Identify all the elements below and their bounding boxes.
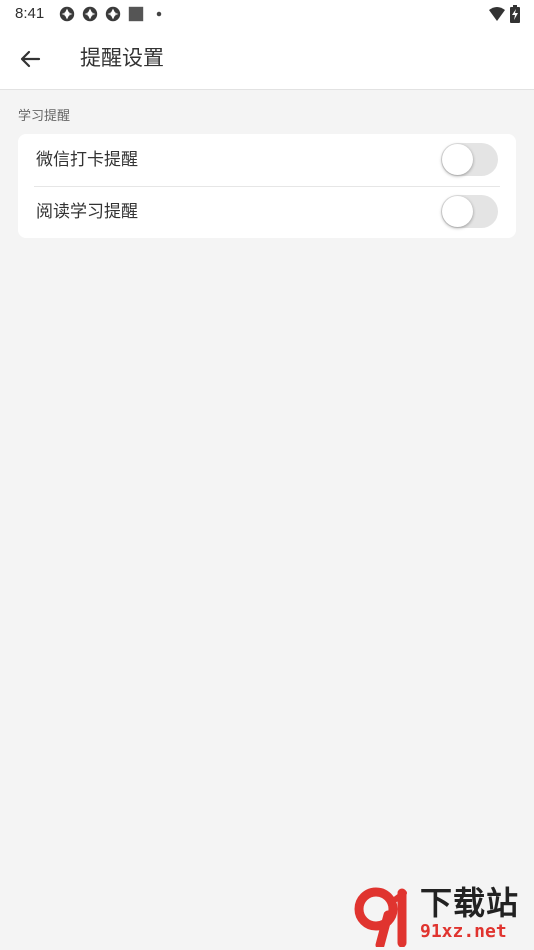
watermark-title: 下载站 <box>420 884 520 922</box>
aperture-icon <box>82 6 98 22</box>
toggle-knob <box>442 196 473 227</box>
status-bar: 8:41 <box>0 0 534 28</box>
dot-icon <box>156 11 162 17</box>
setting-label: 微信打卡提醒 <box>36 150 138 170</box>
status-time: 8:41 <box>15 5 45 22</box>
watermark-url: 91xz.net <box>420 921 507 942</box>
status-icons-right <box>488 5 520 23</box>
app-bar: 提醒设置 <box>0 28 534 90</box>
back-button[interactable] <box>14 43 46 75</box>
reminder-settings-card: 微信打卡提醒 阅读学习提醒 <box>18 134 516 238</box>
wechat-checkin-reminder-toggle[interactable] <box>441 143 498 176</box>
section-label: 学习提醒 <box>18 109 71 124</box>
settings-row-wechat-checkin: 微信打卡提醒 <box>18 134 516 186</box>
watermark-logo <box>354 887 407 947</box>
setting-label: 阅读学习提醒 <box>36 202 138 222</box>
reading-study-reminder-toggle[interactable] <box>441 195 498 228</box>
page-title: 提醒设置 <box>80 46 164 70</box>
toggle-knob <box>442 144 473 175</box>
arrow-left-icon <box>20 50 41 68</box>
wifi-icon <box>489 7 505 21</box>
aperture-icon <box>105 6 121 22</box>
status-icons-left <box>58 5 168 23</box>
settings-row-reading-study: 阅读学习提醒 <box>18 186 516 238</box>
site-watermark: 下载站 91xz.net <box>354 884 530 948</box>
battery-charging-icon <box>510 5 520 23</box>
square-icon <box>128 6 144 22</box>
aperture-icon <box>59 6 75 22</box>
